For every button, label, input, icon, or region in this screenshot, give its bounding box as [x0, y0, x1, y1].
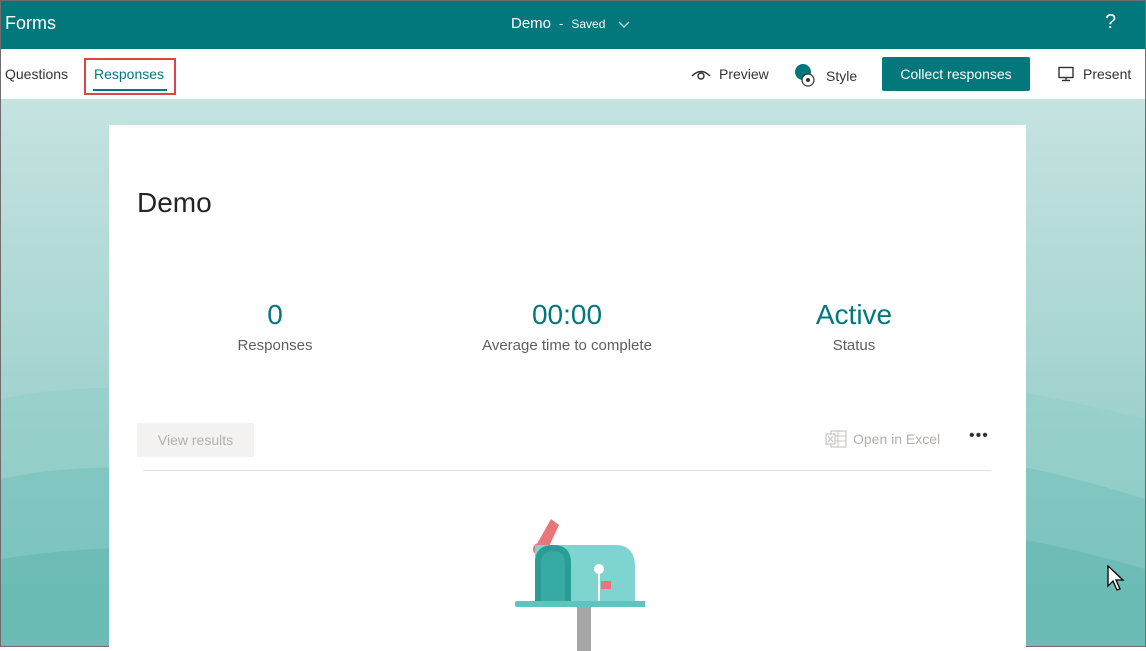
divider: [143, 470, 991, 471]
chevron-down-icon[interactable]: [617, 17, 631, 31]
help-button[interactable]: ?: [1105, 11, 1116, 34]
stat-status: Active Status: [724, 297, 984, 354]
collect-responses-button[interactable]: Collect responses: [882, 57, 1030, 91]
monitor-icon: [1058, 66, 1074, 82]
present-button[interactable]: Present: [1057, 66, 1131, 82]
stat-label: Average time to complete: [482, 337, 652, 354]
mailbox-illustration: [515, 519, 645, 651]
open-in-excel-button[interactable]: Open in Excel: [825, 430, 940, 448]
eye-icon: [691, 70, 711, 80]
open-in-excel-label: Open in Excel: [853, 431, 941, 447]
stat-value: Active: [815, 299, 893, 330]
style-label: Style: [826, 68, 858, 84]
more-options-button[interactable]: •••: [969, 427, 989, 445]
save-status: Saved: [571, 16, 606, 31]
style-button[interactable]: Style: [794, 63, 857, 89]
tab-questions[interactable]: Questions: [5, 66, 68, 82]
mouse-cursor-icon: [1107, 565, 1125, 591]
stat-responses: 0 Responses: [145, 297, 405, 354]
preview-label: Preview: [719, 66, 769, 82]
present-label: Present: [1083, 66, 1132, 82]
stat-label: Responses: [237, 337, 313, 354]
preview-button[interactable]: Preview: [691, 66, 769, 82]
title-separator: -: [559, 16, 564, 31]
palette-icon: [795, 64, 815, 87]
command-bar: Questions Responses Preview Style Collec…: [1, 49, 1145, 99]
view-results-button[interactable]: View results: [137, 423, 254, 457]
stat-average-time: 00:00 Average time to complete: [437, 297, 697, 354]
stat-value: 00:00: [531, 299, 603, 330]
form-title: Demo: [137, 187, 212, 218]
stat-value: 0: [267, 299, 283, 330]
app-name[interactable]: Forms: [5, 13, 56, 34]
top-bar: Forms Demo - Saved ?: [1, 1, 1145, 49]
highlight-box: [84, 58, 176, 95]
doc-title[interactable]: Demo: [511, 15, 551, 32]
responses-card: Demo 0 Responses 00:00 Average time to c…: [109, 125, 1026, 651]
excel-icon: [825, 430, 847, 448]
stat-label: Status: [832, 337, 876, 354]
doc-title-group[interactable]: Demo - Saved: [511, 15, 631, 32]
